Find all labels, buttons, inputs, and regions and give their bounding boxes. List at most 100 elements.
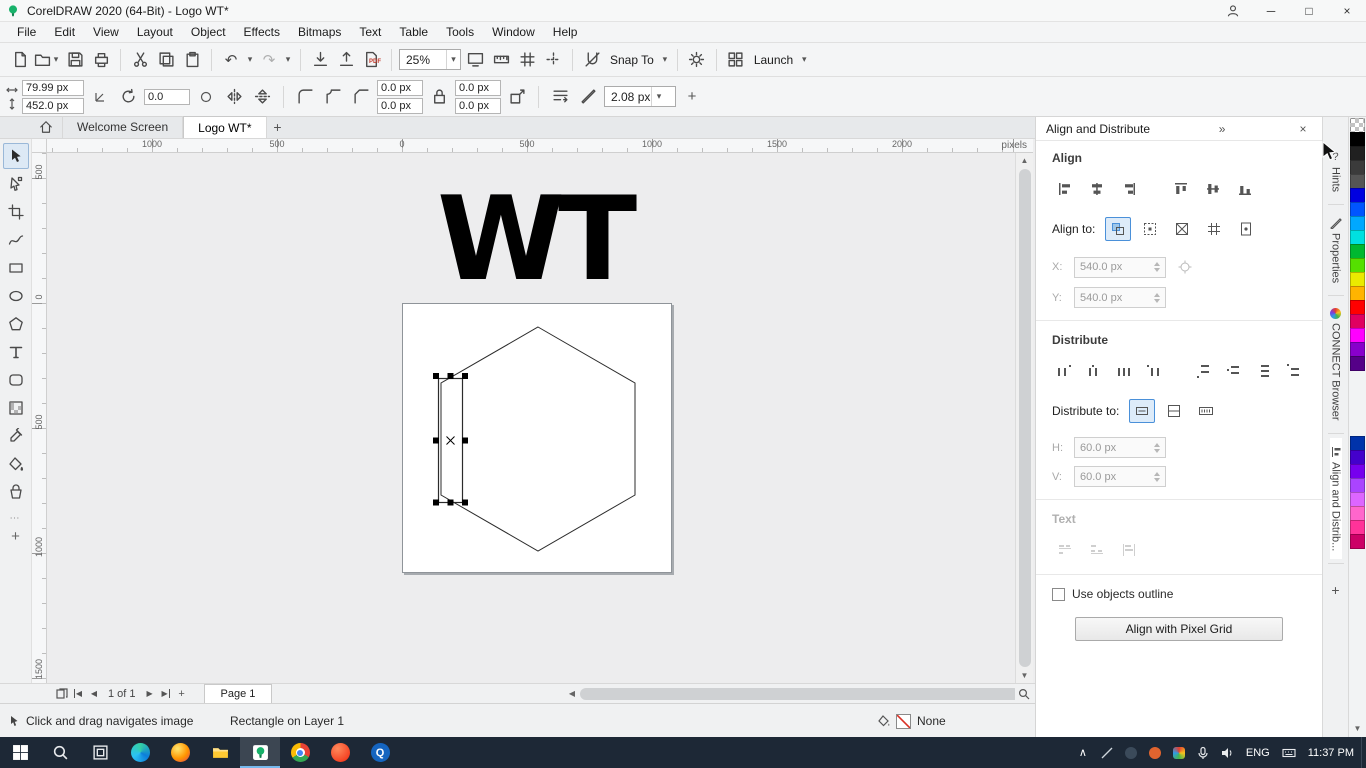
full-screen-preview-icon[interactable] <box>463 47 487 73</box>
show-rulers-icon[interactable] <box>489 47 513 73</box>
menu-table[interactable]: Table <box>390 22 437 43</box>
document-page[interactable]: WT <box>402 303 672 573</box>
launch-label[interactable]: Launch <box>750 53 797 67</box>
tray-update-icon[interactable] <box>1143 737 1167 768</box>
launch-dropdown[interactable]: ▾ <box>799 54 809 65</box>
previous-page-button[interactable]: ◀ <box>86 685 102 703</box>
use-objects-outline-checkbox[interactable] <box>1052 588 1065 601</box>
palette-swatch[interactable] <box>1350 174 1365 189</box>
welcome-home-icon[interactable] <box>30 116 63 138</box>
tab-welcome-screen[interactable]: Welcome Screen <box>63 116 183 138</box>
horizontal-ruler[interactable]: 1000 500 0 500 1000 1500 2000 pixels <box>47 139 1033 153</box>
next-page-button[interactable]: ▶ <box>142 685 158 703</box>
rotation-center-button[interactable] <box>194 85 218 109</box>
align-to-grid-button[interactable] <box>1201 217 1227 241</box>
distribute-spacing-v-button[interactable] <box>1252 359 1276 383</box>
scalloped-corner-button[interactable] <box>321 85 345 109</box>
object-position-x[interactable]: 79.99 px <box>22 80 84 96</box>
smart-fill-tool[interactable] <box>3 479 29 505</box>
align-right-button[interactable] <box>1116 177 1142 201</box>
print-icon[interactable] <box>89 47 113 73</box>
align-left-button[interactable] <box>1052 177 1078 201</box>
page-sorter-icon[interactable] <box>54 685 70 703</box>
tray-pen-icon[interactable] <box>1095 737 1119 768</box>
tray-app-icon[interactable] <box>1119 737 1143 768</box>
hidden-icons-chevron[interactable]: ∧ <box>1071 737 1095 768</box>
specify-point-button[interactable] <box>1172 255 1198 279</box>
search-icon[interactable] <box>40 737 80 768</box>
menu-effects[interactable]: Effects <box>235 22 289 43</box>
show-grid-icon[interactable] <box>515 47 539 73</box>
customize-toolbox-button[interactable]: + <box>11 528 20 545</box>
menu-view[interactable]: View <box>84 22 128 43</box>
add-page-button[interactable]: + <box>174 685 190 703</box>
align-with-pixel-grid-button[interactable]: Align with Pixel Grid <box>1075 617 1283 641</box>
corner-radius-bottom-right[interactable]: 0.0 px <box>455 98 501 114</box>
ellipse-tool[interactable] <box>3 283 29 309</box>
distribute-to-selection-button[interactable] <box>1129 399 1155 423</box>
save-icon[interactable] <box>63 47 87 73</box>
transparency-tool[interactable] <box>3 395 29 421</box>
palette-swatch[interactable] <box>1350 534 1365 549</box>
wrap-text-button[interactable] <box>548 85 572 109</box>
distribute-v-field[interactable]: 60.0 px <box>1074 466 1166 487</box>
rotation-angle-field[interactable]: 0.0 <box>144 89 190 105</box>
palette-swatch[interactable] <box>1350 258 1365 273</box>
horizontal-scroll-thumb[interactable] <box>580 688 1020 700</box>
common-shapes-tool[interactable] <box>3 367 29 393</box>
palette-swatch[interactable] <box>1350 272 1365 287</box>
palette-swatch[interactable] <box>1350 342 1365 357</box>
microphone-icon[interactable] <box>1191 737 1215 768</box>
align-x-field[interactable]: 540.0 px <box>1074 257 1166 278</box>
redo-icon[interactable]: ↷ <box>257 47 281 73</box>
last-page-button[interactable]: ▶ <box>158 685 174 703</box>
outline-width-dropdown[interactable]: ▾ <box>651 87 666 106</box>
palette-swatch[interactable] <box>1350 314 1365 329</box>
align-to-page-edge-button[interactable] <box>1137 217 1163 241</box>
align-to-page-center-button[interactable] <box>1169 217 1195 241</box>
palette-swatch[interactable] <box>1350 188 1365 203</box>
tab-connect-browser[interactable]: CONNECT Browser <box>1330 300 1342 429</box>
align-bottom-button[interactable] <box>1232 177 1258 201</box>
docker-collapse-icon[interactable]: » <box>1213 122 1231 136</box>
align-to-active-objects-button[interactable] <box>1105 217 1131 241</box>
palette-swatch[interactable] <box>1350 492 1365 507</box>
menu-file[interactable]: File <box>8 22 45 43</box>
add-docker-button[interactable]: + <box>1331 582 1339 598</box>
file-explorer-icon[interactable] <box>200 737 240 768</box>
copy-icon[interactable] <box>154 47 178 73</box>
round-corner-button[interactable] <box>293 85 317 109</box>
palette-swatch[interactable] <box>1350 328 1365 343</box>
toolbox-overflow-handle[interactable]: ⋯ <box>10 513 22 524</box>
palette-swatch[interactable] <box>1350 202 1365 217</box>
palette-swatch[interactable] <box>1350 244 1365 259</box>
minimize-button[interactable]: ─ <box>1252 0 1290 22</box>
distribute-spacing-h-button[interactable] <box>1112 359 1136 383</box>
menu-window[interactable]: Window <box>483 22 544 43</box>
no-color-swatch[interactable] <box>1350 118 1365 133</box>
mirror-vertical-button[interactable] <box>250 85 274 109</box>
align-center-vertically-button[interactable] <box>1200 177 1226 201</box>
object-position-y[interactable]: 452.0 px <box>22 98 84 114</box>
vertical-ruler[interactable]: 500 0 500 1000 1500 <box>32 153 47 683</box>
tab-properties[interactable]: Properties <box>1330 209 1342 291</box>
palette-swatch[interactable] <box>1350 436 1365 451</box>
maximize-button[interactable]: □ <box>1290 0 1328 22</box>
scroll-down-icon[interactable]: ▼ <box>1016 668 1034 683</box>
cut-icon[interactable] <box>128 47 152 73</box>
options-gear-icon[interactable] <box>685 47 709 73</box>
outline-width-combo[interactable]: 2.08 px ▾ <box>604 86 676 107</box>
palette-swatch[interactable] <box>1350 146 1365 161</box>
distribute-center-v-button[interactable] <box>1222 359 1246 383</box>
distribute-right-button[interactable] <box>1142 359 1166 383</box>
chrome-icon[interactable] <box>280 737 320 768</box>
distribute-left-button[interactable] <box>1052 359 1076 383</box>
zoom-dropdown-icon[interactable]: ▾ <box>446 50 460 69</box>
palette-swatch[interactable] <box>1350 230 1365 245</box>
open-icon[interactable]: ▾ <box>34 47 61 73</box>
palette-scroll-down-icon[interactable]: ▼ <box>1354 724 1362 733</box>
palette-swatch[interactable] <box>1350 520 1365 535</box>
align-text-baseline-last-button[interactable] <box>1084 538 1110 562</box>
snap-off-icon[interactable] <box>580 47 604 73</box>
align-text-baseline-first-button[interactable] <box>1052 538 1078 562</box>
